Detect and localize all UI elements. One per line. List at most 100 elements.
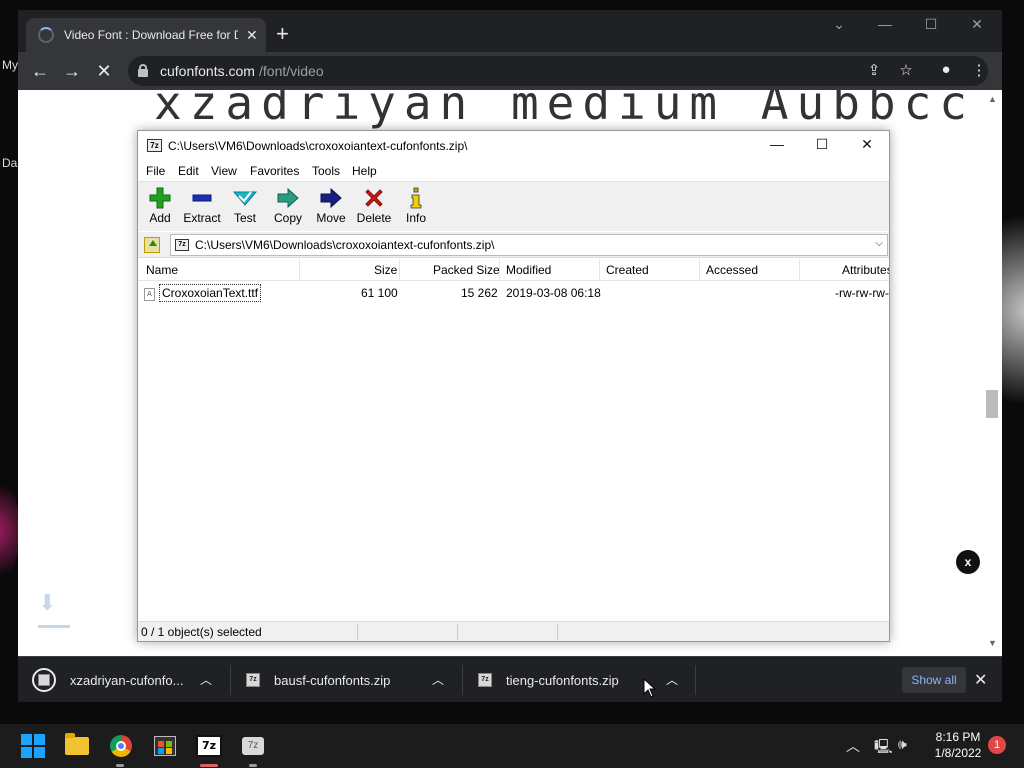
address-bar[interactable]: cufonfonts.com /font/video ⇪ ☆ [128, 56, 988, 86]
file-list: Name Size Packed Size Modified Created A… [138, 259, 889, 621]
running-indicator [249, 764, 257, 767]
menu-edit[interactable]: Edit [178, 164, 199, 178]
menu-kebab-icon[interactable]: ⋮ [969, 61, 989, 79]
folder-up-icon[interactable] [144, 237, 160, 253]
column-header-modified[interactable]: Modified [506, 263, 551, 277]
tab-strip: Video Font : Download Free for Desktop &… [18, 10, 1002, 52]
taskbar: 7z 7z ︿ 🖳 🕪 8:16 PM 1/8/2022 1 [0, 724, 1024, 768]
microsoft-store-icon[interactable] [151, 732, 179, 760]
add-button[interactable]: Add [140, 186, 180, 230]
desktop-label-1: My [2, 58, 18, 72]
speaker-icon[interactable]: 🕪 [898, 736, 907, 753]
delete-button[interactable]: Delete [354, 186, 394, 230]
menu-tools[interactable]: Tools [312, 164, 340, 178]
x-icon [354, 186, 394, 210]
clock-time[interactable]: 8:16 PM [930, 730, 986, 744]
column-divider[interactable] [699, 259, 700, 281]
scroll-up-arrow-icon[interactable]: ▲ [988, 94, 997, 104]
download-arrow-icon[interactable]: ⬇ [38, 590, 56, 616]
show-all-button[interactable]: Show all [902, 667, 966, 693]
menu-view[interactable]: View [211, 164, 237, 178]
chevron-up-icon[interactable]: ︿ [432, 671, 444, 688]
font-file-icon: A [144, 288, 155, 301]
menu-file[interactable]: File [146, 164, 165, 178]
browser-tab[interactable]: Video Font : Download Free for Desktop &… [26, 18, 266, 52]
window-title: C:\Users\VM6\Downloads\croxoxoiantext-cu… [168, 139, 468, 153]
close-downloads-bar-icon[interactable]: ✕ [974, 670, 987, 690]
column-divider[interactable] [399, 259, 400, 281]
new-tab-button[interactable]: + [276, 23, 289, 45]
info-icon [396, 186, 436, 210]
info-button[interactable]: Info [396, 186, 436, 230]
file-name-cell[interactable]: CroxoxoianText.ttf [159, 284, 262, 302]
extract-label: Extract [183, 211, 221, 225]
close-window-button[interactable]: ✕ [852, 136, 882, 153]
close-window-button[interactable]: ✕ [962, 16, 992, 33]
chrome-icon[interactable] [107, 732, 135, 760]
share-icon[interactable]: ⇪ [864, 61, 884, 79]
network-icon[interactable]: 🖳 [874, 736, 893, 760]
plus-icon [140, 186, 180, 210]
column-header-created[interactable]: Created [606, 263, 649, 277]
7zip-app-icon: 7z [147, 139, 162, 152]
column-divider[interactable] [299, 259, 300, 281]
test-label: Test [233, 211, 256, 225]
divider [230, 665, 231, 695]
profile-icon[interactable]: ● [936, 61, 956, 78]
chevron-up-icon[interactable]: ︿ [666, 671, 678, 688]
status-bar: 0 / 1 object(s) selected [138, 621, 889, 641]
download-item[interactable]: xzadriyan-cufonfo... [32, 657, 183, 702]
selection-status: 0 / 1 object(s) selected [141, 625, 262, 639]
extract-button[interactable]: Extract [182, 186, 222, 230]
download-item[interactable]: 7z bausf-cufonfonts.zip [246, 657, 390, 702]
chevron-up-icon[interactable]: ︿ [846, 736, 860, 756]
app-icon[interactable]: 7z [239, 732, 267, 760]
column-header-name[interactable]: Name [146, 263, 178, 277]
minimize-button[interactable]: — [870, 16, 900, 32]
column-header-accessed[interactable]: Accessed [706, 263, 758, 277]
download-item[interactable]: 7z tieng-cufonfonts.zip [478, 657, 619, 702]
tab-close-icon[interactable]: ✕ [246, 27, 258, 44]
column-divider[interactable] [799, 259, 800, 281]
menu-favorites[interactable]: Favorites [250, 164, 299, 178]
7zip-icon[interactable]: 7z [195, 732, 223, 760]
download-progress-icon [32, 668, 56, 692]
bookmark-star-icon[interactable]: ☆ [896, 61, 916, 79]
downloads-bar: xzadriyan-cufonfo... ︿ 7z bausf-cufonfon… [18, 656, 1002, 702]
maximize-button[interactable]: ☐ [807, 136, 837, 153]
maximize-button[interactable]: ☐ [916, 16, 946, 33]
chevron-up-icon[interactable]: ︿ [200, 671, 212, 688]
back-button[interactable]: ← [28, 61, 52, 81]
forward-button[interactable]: → [60, 61, 84, 81]
clock-date[interactable]: 1/8/2022 [926, 746, 990, 760]
file-explorer-icon[interactable] [63, 732, 91, 760]
path-combobox[interactable]: 7z C:\Users\VM6\Downloads\croxoxoiantext… [170, 234, 888, 256]
copy-button[interactable]: Copy [268, 186, 308, 230]
tab-search-icon[interactable]: ⌄ [824, 16, 854, 33]
menu-help[interactable]: Help [352, 164, 377, 178]
url-path: /font/video [259, 63, 324, 79]
notification-badge[interactable]: 1 [988, 736, 1006, 754]
windows-start-icon[interactable] [19, 732, 47, 760]
test-button[interactable]: Test [225, 186, 265, 230]
column-header-attributes[interactable]: Attributes [842, 263, 889, 277]
column-divider[interactable] [599, 259, 600, 281]
title-bar[interactable]: 7z C:\Users\VM6\Downloads\croxoxoiantext… [138, 131, 889, 161]
column-header-packed-size[interactable]: Packed Size [433, 263, 500, 277]
download-filename: xzadriyan-cufonfo... [70, 672, 184, 688]
chevron-down-icon[interactable]: ⌵ [875, 238, 883, 249]
scroll-down-arrow-icon[interactable]: ▼ [988, 638, 997, 648]
move-button[interactable]: Move [311, 186, 351, 230]
download-underline [38, 625, 70, 628]
desktop-label-2: Da [2, 156, 18, 170]
lock-icon[interactable] [138, 64, 148, 77]
column-header-size[interactable]: Size [374, 263, 397, 277]
check-arrow-icon [225, 186, 265, 210]
column-divider[interactable] [499, 259, 500, 281]
close-overlay-button[interactable]: x [956, 550, 980, 574]
font-preview-heading: xzadriyan medium Aubbcc [154, 90, 975, 130]
divider [695, 665, 696, 695]
stop-loading-button[interactable]: ✕ [92, 61, 116, 81]
minimize-button[interactable]: — [762, 136, 792, 152]
page-scrollbar-thumb[interactable] [986, 390, 998, 418]
